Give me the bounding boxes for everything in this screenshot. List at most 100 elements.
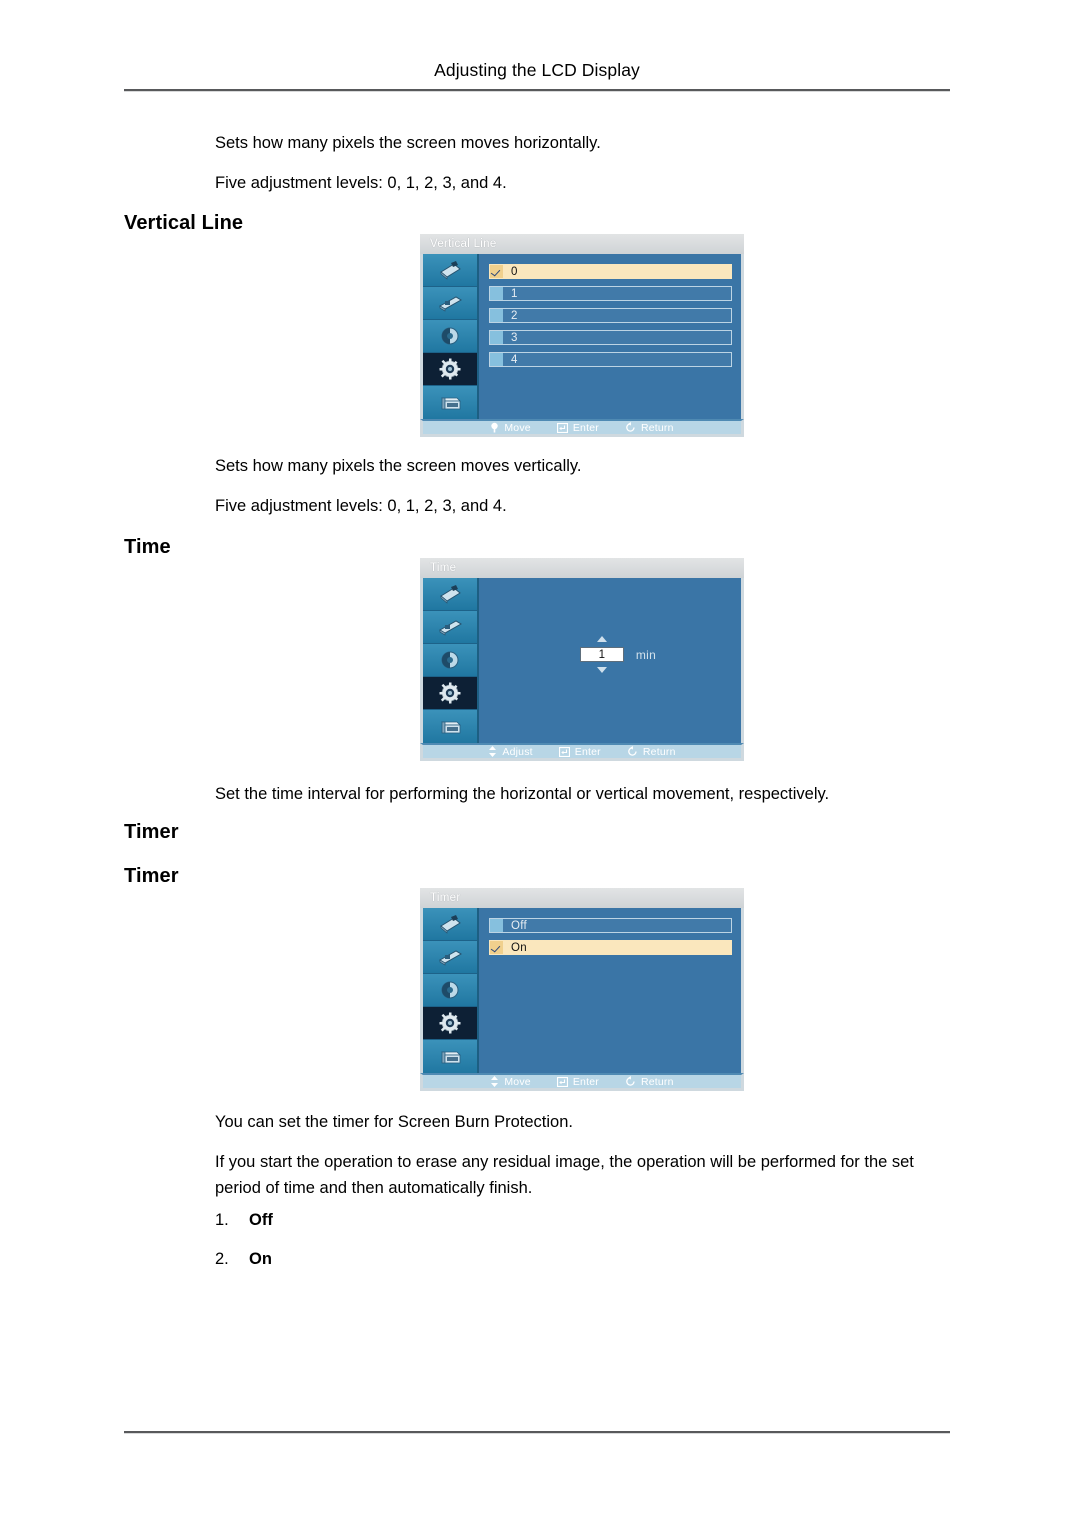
enter-icon [556,422,568,433]
bullet-icon [490,331,503,344]
osd-list-item[interactable]: 3 [489,330,732,345]
osd-title-time: Time [420,558,744,578]
heading-vertical-line: Vertical Line [124,212,244,234]
hint-enter: Enter [556,1075,599,1088]
multi-control-icon[interactable] [423,1040,477,1073]
return-icon [628,746,637,756]
osd-list-item-label: On [511,941,527,954]
spinner-up-icon[interactable] [596,636,607,642]
picture-icon[interactable] [423,941,477,974]
after-line-2: Five adjustment levels: 0, 1, 2, 3, and … [215,497,507,515]
osd-list-item[interactable]: Off [489,918,732,933]
bullet-icon [490,287,503,300]
checkmark-icon [490,941,503,954]
bullet-icon [490,919,503,932]
intro-line-1: Sets how many pixels the screen moves ho… [215,134,601,152]
osd-list-item-label: 1 [511,287,518,300]
checkmark-icon [490,265,503,278]
enter-icon [558,746,570,757]
osd-body: 0 1 2 3 4 [420,254,744,419]
sound-icon[interactable] [423,974,477,1007]
osd-vertical-line: Vertical Line 0 1 2 3 4 Move Enter Retur… [420,234,744,437]
sound-icon[interactable] [423,644,477,677]
adjust-icon [489,746,497,757]
osd-content: 1 min [479,578,741,743]
time-spinner: 1 min [479,578,741,743]
list-item: 2. On [215,1250,273,1289]
bullet-icon [490,309,503,322]
osd-time: Time 1 min Adjust Enter Return [420,558,744,761]
input-source-icon[interactable] [423,908,477,941]
hint-return: Return [627,746,676,758]
hint-label: Return [642,745,676,758]
hint-label: Return [640,421,674,434]
heading-time: Time [124,536,171,558]
setup-gear-icon[interactable] [423,353,477,386]
osd-list-item[interactable]: On [489,940,732,955]
hint-label: Enter [572,421,599,434]
document-page: Adjusting the LCD Display Sets how many … [0,0,1080,1527]
osd-body: Off On [420,908,744,1073]
time-unit-label: min [635,647,657,662]
osd-list-item-label: 3 [511,331,518,344]
osd-hint-bar: Move Enter Return [420,419,744,437]
hint-label: Enter [574,745,601,758]
osd-hint-bar: Move Enter Return [420,1073,744,1091]
hint-return: Return [625,1076,674,1088]
osd-sidebar [423,908,479,1073]
hint-return: Return [625,422,674,434]
timer-desc-1: You can set the timer for Screen Burn Pr… [215,1113,573,1131]
osd-content: 0 1 2 3 4 [479,254,741,419]
list-item-number: 1. [215,1211,229,1229]
list-item-value: Off [249,1211,273,1229]
osd-sidebar [423,578,479,743]
hint-move: Move [490,1075,531,1088]
return-icon [626,1076,635,1086]
osd-title-timer: Timer [420,888,744,908]
hint-label: Adjust [502,745,533,758]
after-line-1: Sets how many pixels the screen moves ve… [215,457,582,475]
heading-timer: Timer [124,821,179,843]
move-icon [491,1076,499,1087]
page-running-header: Adjusting the LCD Display [434,60,640,80]
hint-label: Return [640,1075,674,1088]
osd-content: Off On [479,908,741,1073]
picture-icon[interactable] [423,611,477,644]
hint-label: Enter [572,1075,599,1088]
time-value-field[interactable]: 1 [579,647,624,662]
osd-hint-bar: Adjust Enter Return [420,743,744,761]
osd-list-item[interactable]: 2 [489,308,732,323]
header-rule [124,89,950,92]
hint-label: Move [504,1075,531,1088]
hint-move: Move [490,421,531,434]
osd-list-item[interactable]: 0 [489,264,732,279]
osd-list-item[interactable]: 1 [489,286,732,301]
multi-control-icon[interactable] [423,710,477,743]
sound-icon[interactable] [423,320,477,353]
list-item-value: On [249,1250,272,1268]
timer-options-list: 1. Off 2. On [215,1211,273,1289]
osd-body: 1 min [420,578,744,743]
list-item-number: 2. [215,1250,229,1268]
osd-list-item[interactable]: 4 [489,352,732,367]
osd-list-item-label: Off [511,919,528,932]
setup-gear-icon[interactable] [423,1007,477,1040]
timer-desc-2: If you start the operation to erase any … [215,1153,914,1197]
osd-list-item-label: 0 [511,265,518,278]
osd-sidebar [423,254,479,419]
picture-icon[interactable] [423,287,477,320]
after-line-time: Set the time interval for performing the… [215,785,830,803]
hint-enter: Enter [558,745,601,758]
intro-line-2: Five adjustment levels: 0, 1, 2, 3, and … [215,174,507,192]
list-item: 1. Off [215,1211,273,1250]
spinner-down-icon[interactable] [596,667,607,673]
osd-title-vertical-line: Vertical Line [420,234,744,254]
multi-control-icon[interactable] [423,386,477,419]
enter-icon [556,1076,568,1087]
input-source-icon[interactable] [423,254,477,287]
setup-gear-icon[interactable] [423,677,477,710]
hint-label: Move [504,421,531,434]
osd-timer: Timer Off On Move Enter Return [420,888,744,1091]
osd-list-item-label: 4 [511,353,518,366]
input-source-icon[interactable] [423,578,477,611]
